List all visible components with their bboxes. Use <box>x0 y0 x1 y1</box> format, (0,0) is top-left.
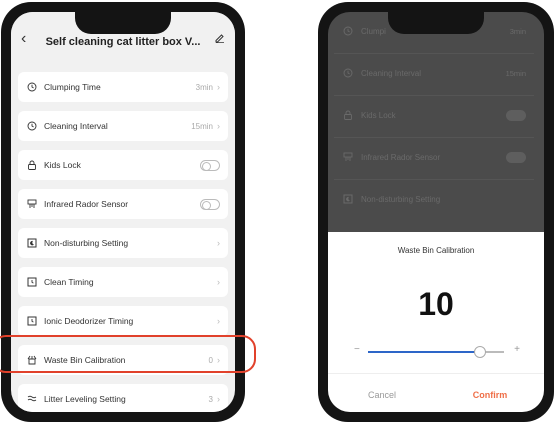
alarm-icon <box>26 315 38 327</box>
phone-right: Clumpi 3min Cleaning Interval 15min Kids Loc… <box>318 2 554 422</box>
clock-icon <box>342 67 354 79</box>
back-icon[interactable]: ‹ <box>21 30 39 48</box>
slider-thumb[interactable] <box>473 346 486 358</box>
lock-icon <box>342 109 354 121</box>
setting-value: 3min <box>509 26 526 36</box>
clock-icon <box>26 120 38 132</box>
slider-plus[interactable]: + <box>514 344 520 355</box>
page-title: Self cleaning cat litter box V... <box>45 36 201 48</box>
row-divider <box>334 137 534 138</box>
highlight-frame <box>0 335 256 373</box>
clock-icon <box>26 81 38 93</box>
background-setting-row: Cleaning Interval 15min <box>334 58 534 88</box>
dialog-screen: Clumpi 3min Cleaning Interval 15min Kids Loc… <box>328 12 544 412</box>
setting-row[interactable]: Cleaning Interval 15min › <box>18 111 228 141</box>
setting-label: Cleaning Interval <box>44 121 108 131</box>
slider-fill <box>368 351 480 353</box>
row-divider <box>334 53 534 54</box>
setting-row[interactable]: Clean Timing › <box>18 267 228 297</box>
setting-label: Kids Lock <box>44 160 81 170</box>
setting-label: Kids Lock <box>361 110 396 120</box>
setting-label: Litter Leveling Setting <box>44 394 126 404</box>
setting-row[interactable]: Ionic Deodorizer Timing › <box>18 306 228 336</box>
tutorial-image: ‹ Self cleaning cat litter box V... Clum… <box>0 0 554 422</box>
chevron-right-icon: › <box>217 238 220 248</box>
chevron-right-icon: › <box>217 277 220 287</box>
setting-label: Infrared Rador Sensor <box>361 152 441 162</box>
chevron-right-icon: › <box>217 121 220 131</box>
calibration-value: 10 <box>418 286 454 322</box>
chevron-right-icon: › <box>217 82 220 92</box>
pencil-icon[interactable] <box>207 30 225 48</box>
toggle-switch <box>506 151 526 163</box>
setting-label: Ionic Deodorizer Timing <box>44 316 134 326</box>
setting-row[interactable]: Clumping Time 3min › <box>18 72 228 102</box>
sensor-icon <box>342 151 354 163</box>
setting-row[interactable]: Litter Leveling Setting 3 › <box>18 384 228 412</box>
lock-icon <box>26 159 38 171</box>
slider-track[interactable] <box>368 346 504 358</box>
toggle-switch <box>506 109 526 121</box>
calibration-slider[interactable]: − + <box>354 344 520 358</box>
clock-icon <box>342 25 354 37</box>
phone-notch <box>388 12 484 34</box>
toggle-switch[interactable] <box>200 198 220 210</box>
moon-icon <box>342 193 354 205</box>
row-divider <box>334 179 534 180</box>
alarm-icon <box>26 276 38 288</box>
background-setting-row: Non-disturbing Setting <box>334 184 534 214</box>
phone-notch <box>75 12 171 34</box>
phone-left: ‹ Self cleaning cat litter box V... Clum… <box>0 2 256 422</box>
setting-label: Non-disturbing Setting <box>44 238 129 248</box>
setting-label: Non-disturbing Setting <box>361 194 441 204</box>
level-icon <box>26 393 38 405</box>
sensor-icon <box>26 198 38 210</box>
setting-label: Clean Timing <box>44 277 94 287</box>
setting-value: 3min <box>195 82 213 92</box>
chevron-right-icon: › <box>217 394 220 404</box>
calibration-dialog: Waste Bin Calibration 10 − + Cancel Conf… <box>328 232 544 412</box>
dialog-divider <box>328 373 544 374</box>
setting-row[interactable]: Infrared Rador Sensor <box>18 189 228 219</box>
setting-label: Infrared Rador Sensor <box>44 199 129 209</box>
setting-label: Cleaning Interval <box>361 68 422 78</box>
cancel-button[interactable]: Cancel <box>328 390 436 400</box>
dialog-title: Waste Bin Calibration <box>397 246 475 255</box>
setting-row[interactable]: Kids Lock <box>18 150 228 180</box>
chevron-right-icon: › <box>217 316 220 326</box>
setting-value: 15min <box>505 68 526 78</box>
setting-value: 3 <box>208 394 213 404</box>
setting-row[interactable]: Non-disturbing Setting › <box>18 228 228 258</box>
confirm-button[interactable]: Confirm <box>436 390 544 400</box>
background-setting-row: Kids Lock <box>334 100 534 130</box>
setting-label: Clumping Time <box>44 82 101 92</box>
setting-value: 15min <box>191 121 213 131</box>
moon-icon <box>26 237 38 249</box>
row-divider <box>334 95 534 96</box>
background-setting-row: Infrared Rador Sensor <box>334 142 534 172</box>
toggle-switch[interactable] <box>200 159 220 171</box>
slider-minus[interactable]: − <box>354 344 360 355</box>
